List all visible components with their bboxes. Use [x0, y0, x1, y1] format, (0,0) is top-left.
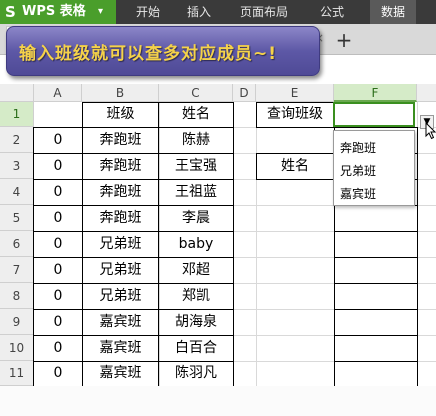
- table-cell-name[interactable]: 胡海泉: [159, 309, 233, 335]
- table-cell-class[interactable]: 奔跑班: [82, 127, 159, 153]
- table-cell-name[interactable]: 白百合: [159, 335, 233, 361]
- table-cell-class[interactable]: 嘉宾班: [82, 361, 159, 386]
- row-header-9[interactable]: 9: [0, 309, 34, 335]
- table-cell-class[interactable]: 兄弟班: [82, 231, 159, 257]
- menu-page-layout[interactable]: 页面布局: [240, 0, 288, 24]
- col-header-f[interactable]: F: [334, 84, 417, 102]
- select-all-corner[interactable]: [0, 84, 34, 102]
- table-cell-class[interactable]: 兄弟班: [82, 257, 159, 283]
- table-cell-class[interactable]: 奔跑班: [82, 205, 159, 231]
- menu-insert[interactable]: 插入: [187, 0, 211, 24]
- result-column-border: [334, 283, 418, 284]
- table-cell-num[interactable]: 0: [34, 257, 82, 283]
- row-header-4[interactable]: 4: [0, 179, 34, 205]
- table-cell-name[interactable]: 王宝强: [159, 153, 233, 179]
- table-cell-num[interactable]: 0: [34, 127, 82, 153]
- col-header-d[interactable]: D: [233, 84, 256, 102]
- table-cell-name[interactable]: 郑凯: [159, 283, 233, 309]
- cell-c1[interactable]: 姓名: [159, 102, 233, 127]
- result-column-border: [334, 309, 418, 310]
- wps-logo-icon: S: [5, 3, 16, 21]
- wps-logo-button[interactable]: S WPS 表格 ▾: [0, 0, 116, 24]
- query-class-input[interactable]: [333, 102, 415, 127]
- grid-line: [256, 102, 257, 386]
- table-cell-num[interactable]: 0: [34, 205, 82, 231]
- table-cell-class[interactable]: 嘉宾班: [82, 335, 159, 361]
- cell-b1[interactable]: 班级: [82, 102, 159, 127]
- menu-data[interactable]: 数据: [370, 0, 416, 24]
- mouse-cursor-icon: [425, 122, 436, 140]
- row-header-6[interactable]: 6: [0, 231, 34, 257]
- app-title: WPS 表格: [22, 4, 86, 19]
- table-cell-name[interactable]: 李晨: [159, 205, 233, 231]
- menu-home[interactable]: 开始: [136, 0, 160, 24]
- table-cell-name[interactable]: 邓超: [159, 257, 233, 283]
- table-cell-class[interactable]: 奔跑班: [82, 179, 159, 205]
- title-bar: S WPS 表格 ▾ 开始 插入 页面布局 公式 数据: [0, 0, 436, 24]
- row-header-8[interactable]: 8: [0, 283, 34, 309]
- table-cell-num[interactable]: 0: [34, 283, 82, 309]
- table-cell-name[interactable]: 王祖蓝: [159, 179, 233, 205]
- col-header-g[interactable]: [417, 84, 436, 102]
- dropdown-option[interactable]: 嘉宾班: [340, 185, 376, 202]
- table-cell-name[interactable]: 陈赫: [159, 127, 233, 153]
- table-cell-name[interactable]: 陈羽凡: [159, 361, 233, 386]
- col-header-c[interactable]: C: [159, 84, 233, 102]
- query-name-label[interactable]: 姓名: [256, 153, 334, 179]
- banner-text: 输入班级就可以查多对应成员~!: [19, 44, 277, 64]
- table-cell-num[interactable]: 0: [34, 361, 82, 386]
- result-column-border: [334, 361, 418, 362]
- col-header-e[interactable]: E: [256, 84, 334, 102]
- table-cell-num[interactable]: 0: [34, 153, 82, 179]
- chevron-down-icon: ▾: [98, 6, 104, 17]
- table-cell-num[interactable]: 0: [34, 309, 82, 335]
- table-cell-class[interactable]: 兄弟班: [82, 283, 159, 309]
- menu-formula[interactable]: 公式: [320, 0, 344, 24]
- table-cell-class[interactable]: 奔跑班: [82, 153, 159, 179]
- row-header-3[interactable]: 3: [0, 153, 34, 179]
- sheet-bottom-area: [0, 386, 436, 416]
- col-header-b[interactable]: B: [82, 84, 159, 102]
- result-column-border: [334, 257, 418, 258]
- row-header-11[interactable]: 11: [0, 361, 34, 386]
- table-cell-num[interactable]: 0: [34, 335, 82, 361]
- result-column-border: [334, 335, 418, 336]
- table-cell-num[interactable]: 0: [34, 179, 82, 205]
- new-tab-button[interactable]: +: [334, 28, 354, 52]
- callout-banner: 输入班级就可以查多对应成员~!: [6, 26, 320, 76]
- result-column-border: [334, 231, 418, 232]
- table-cell-class[interactable]: 嘉宾班: [82, 309, 159, 335]
- dropdown-option[interactable]: 奔跑班: [340, 139, 376, 156]
- table-cell-num[interactable]: 0: [34, 231, 82, 257]
- query-class-label[interactable]: 查询班级: [256, 102, 334, 127]
- row-header-1[interactable]: 1: [0, 102, 34, 127]
- row-header-2[interactable]: 2: [0, 127, 34, 153]
- dropdown-option[interactable]: 兄弟班: [340, 162, 376, 179]
- col-header-a[interactable]: A: [34, 84, 82, 102]
- table-cell-name[interactable]: baby: [159, 231, 233, 257]
- row-header-7[interactable]: 7: [0, 257, 34, 283]
- row-header-10[interactable]: 10: [0, 335, 34, 361]
- row-header-5[interactable]: 5: [0, 205, 34, 231]
- dropdown-list: 奔跑班 兄弟班 嘉宾班: [333, 130, 415, 206]
